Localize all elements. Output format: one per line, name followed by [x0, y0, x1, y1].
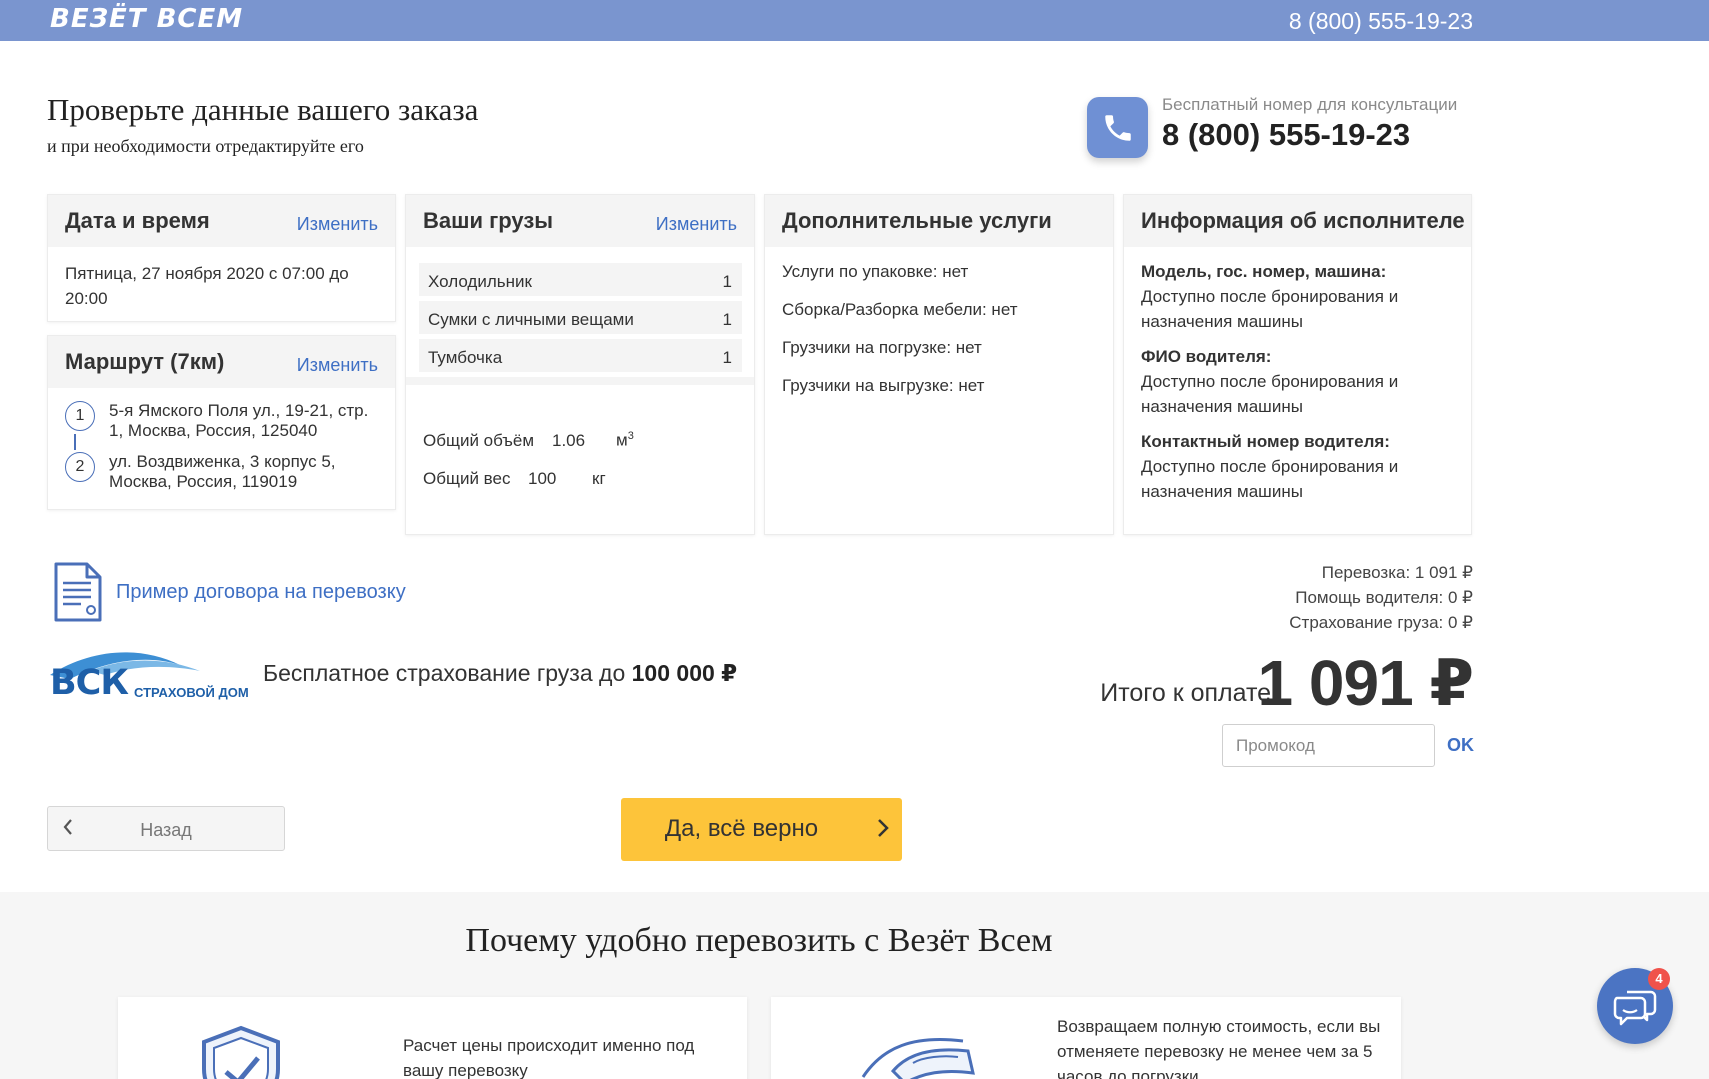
feature-text: Расчет цены происходит именно под вашу п… [403, 1036, 695, 1079]
back-button-label: Назад [140, 820, 192, 840]
price-line: Помощь водителя: 0 ₽ [1295, 588, 1473, 607]
route-point-address: 5-я Ямского Поля ул., 19-21, стр. 1, Мос… [109, 401, 369, 440]
executor-title: Информация об исполнителе [1141, 208, 1465, 233]
cargo-weight: Общий вес 100 кг [423, 460, 634, 498]
phone-icon[interactable] [1087, 97, 1148, 158]
consult-phone[interactable]: 8 (800) 555-19-23 [1162, 117, 1410, 153]
executor-field-label: Контактный номер водителя: [1141, 432, 1390, 451]
header-phone[interactable]: 8 (800) 555-19-23 [1289, 8, 1473, 35]
confirm-button-label: Да, всё верно [664, 815, 819, 842]
chevron-right-icon [876, 816, 890, 847]
route-card-header: Маршрут (7км) Изменить [48, 336, 395, 388]
page-title: Проверьте данные вашего заказа [47, 92, 479, 127]
cargo-item-name: Сумки с личными вещами [428, 310, 634, 329]
vsk-logo-main: ВСК [50, 663, 129, 703]
service-item: Сборка/Разборка мебели: нет [782, 300, 1018, 319]
promo-code-input[interactable] [1222, 724, 1435, 767]
price-line: Страхование груза: 0 ₽ [1289, 613, 1473, 632]
route-point-number: 2 [65, 452, 95, 482]
executor-field-value: Доступно после бронирования и назначения… [1141, 372, 1399, 416]
cargo-item: Сумки с личными вещами 1 [419, 301, 742, 334]
volume-value: 1.06 [552, 430, 586, 450]
executor-field-label: Модель, гос. номер, машина: [1141, 262, 1387, 281]
confirm-button[interactable]: Да, всё верно [621, 798, 902, 861]
route-connector [74, 434, 76, 450]
cargo-item-qty: 1 [722, 348, 732, 367]
cargo-item-qty: 1 [722, 310, 732, 329]
edit-cargo-link[interactable]: Изменить [656, 214, 737, 235]
cargo-item: Холодильник 1 [419, 263, 742, 296]
insurance-text-main: Бесплатное страхование груза до [263, 660, 632, 686]
promo-ok-button[interactable]: OK [1447, 735, 1474, 756]
datetime-title: Дата и время [65, 208, 210, 233]
datetime-value: Пятница, 27 ноября 2020 с 07:00 до 20:00 [65, 264, 349, 308]
consult-label: Бесплатный номер для консультации [1162, 95, 1458, 114]
vsk-logo-sub: СТРАХОВОЙ ДОМ [134, 685, 249, 700]
top-bar: ВЕЗЁТ ВСЕМ 8 (800) 555-19-23 [0, 0, 1709, 41]
route-card: Маршрут (7км) Изменить 1 5-я Ямского Пол… [47, 335, 396, 510]
services-list: Услуги по упаковке: нет Сборка/Разборка … [765, 247, 1113, 425]
money-return-icon [853, 1027, 983, 1079]
route-points: 1 5-я Ямского Поля ул., 19-21, стр. 1, М… [48, 388, 395, 506]
executor-info: Модель, гос. номер, машина: Доступно пос… [1124, 247, 1471, 528]
weight-label: Общий вес [423, 468, 511, 488]
cargo-item-name: Тумбочка [428, 348, 503, 367]
feature-card: Возвращаем полную стоимость, если вы отм… [771, 997, 1401, 1079]
route-point: 2 ул. Воздвиженка, 3 корпус 5, Москва, Р… [65, 452, 378, 492]
cargo-card: Ваши грузы Изменить Холодильник 1 Сумки … [405, 194, 755, 535]
weight-unit: кг [592, 468, 606, 488]
volume-unit-sup: 3 [627, 430, 634, 442]
insurance-amount: 100 000 ₽ [631, 660, 738, 686]
service-item: Грузчики на выгрузке: нет [782, 376, 985, 395]
cargo-volume: Общий объём 1.06 м3 [423, 417, 634, 460]
cargo-divider [406, 377, 754, 385]
cargo-title: Ваши грузы [423, 208, 554, 233]
services-title: Дополнительные услуги [782, 208, 1052, 233]
vsk-logo: ВСК СТРАХОВОЙ ДОМ [50, 645, 255, 705]
back-button[interactable]: Назад [47, 806, 285, 851]
services-card-header: Дополнительные услуги [765, 195, 1113, 247]
feature-card: Расчет цены происходит именно под вашу п… [118, 997, 747, 1079]
total-label: Итого к оплате: [1100, 679, 1278, 707]
route-point-address: ул. Воздвиженка, 3 корпус 5, Москва, Рос… [109, 452, 336, 491]
executor-card-header: Информация об исполнителе [1124, 195, 1471, 247]
contract-example-link[interactable]: Пример договора на перевозку [116, 581, 406, 604]
route-title: Маршрут (7км) [65, 349, 225, 374]
route-point-number: 1 [65, 401, 95, 431]
edit-route-link[interactable]: Изменить [297, 355, 378, 376]
features-title: Почему удобно перевозить с Везёт Всем [465, 922, 1053, 959]
cargo-item-qty: 1 [722, 272, 732, 291]
feature-text: Возвращаем полную стоимость, если вы отм… [1057, 1017, 1381, 1079]
executor-card: Информация об исполнителе Модель, гос. н… [1123, 194, 1472, 535]
shield-icon [198, 1024, 284, 1079]
logo[interactable]: ВЕЗЁТ ВСЕМ [50, 4, 243, 34]
chat-unread-badge: 4 [1648, 968, 1670, 990]
cargo-item: Тумбочка 1 [419, 339, 742, 372]
cargo-totals: Общий объём 1.06 м3 Общий вес 100 кг [423, 417, 634, 498]
cargo-card-header: Ваши грузы Изменить [406, 195, 754, 247]
document-icon[interactable] [53, 561, 103, 628]
cargo-list: Холодильник 1 Сумки с личными вещами 1 Т… [406, 247, 754, 385]
edit-datetime-link[interactable]: Изменить [297, 214, 378, 235]
datetime-card: Дата и время Изменить Пятница, 27 ноября… [47, 194, 396, 322]
executor-field-value: Доступно после бронирования и назначения… [1141, 457, 1399, 501]
cargo-item-name: Холодильник [428, 272, 532, 291]
volume-label: Общий объём [423, 430, 535, 450]
service-item: Грузчики на погрузке: нет [782, 338, 982, 357]
chat-icon [1613, 990, 1657, 1026]
services-card: Дополнительные услуги Услуги по упаковке… [764, 194, 1114, 535]
service-item: Услуги по упаковке: нет [782, 262, 969, 281]
volume-unit: м [616, 430, 628, 450]
executor-field-value: Доступно после бронирования и назначения… [1141, 287, 1399, 331]
insurance-text: Бесплатное страхование груза до 100 000 … [263, 660, 737, 687]
datetime-card-header: Дата и время Изменить [48, 195, 395, 247]
price-line: Перевозка: 1 091 ₽ [1321, 563, 1473, 582]
total-value: 1 091 ₽ [1257, 647, 1474, 719]
route-point: 1 5-я Ямского Поля ул., 19-21, стр. 1, М… [65, 401, 378, 441]
weight-value: 100 [528, 468, 557, 488]
page-subtitle: и при необходимости отредактируйте его [47, 136, 364, 156]
executor-field-label: ФИО водителя: [1141, 347, 1272, 366]
